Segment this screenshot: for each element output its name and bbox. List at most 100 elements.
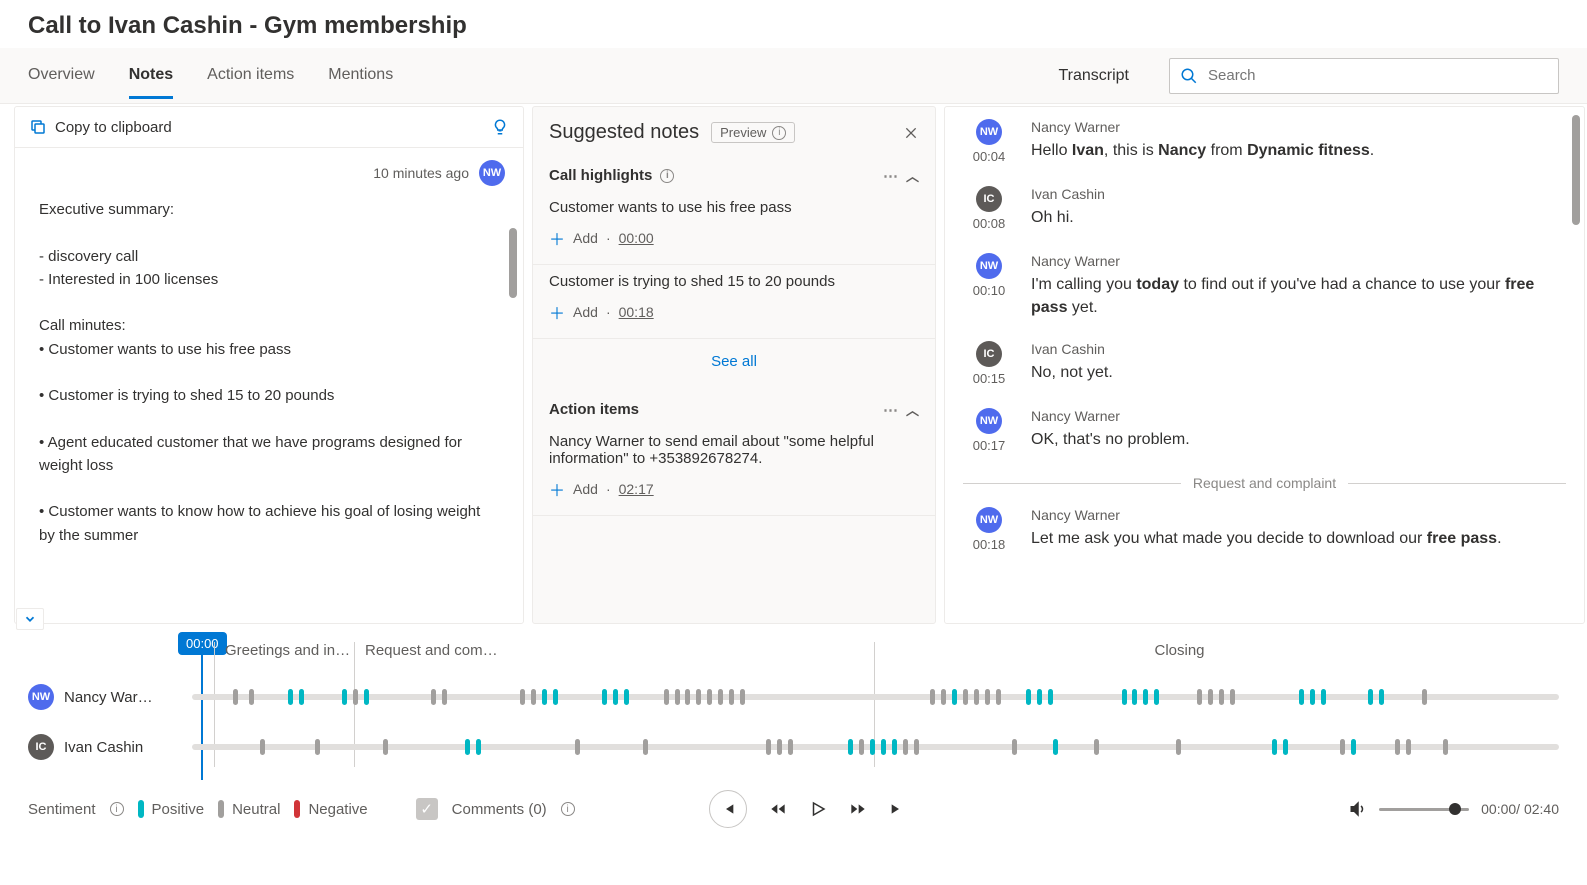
sentiment-tick[interactable] — [575, 739, 580, 755]
sentiment-tick[interactable] — [1176, 739, 1181, 755]
volume-slider[interactable] — [1379, 808, 1469, 811]
info-icon[interactable]: i — [110, 802, 124, 816]
timestamp-link[interactable]: 02:17 — [619, 481, 654, 497]
sentiment-tick[interactable] — [729, 689, 734, 705]
sentiment-tick[interactable] — [1012, 739, 1017, 755]
sentiment-tick[interactable] — [288, 689, 293, 705]
chevron-up-icon[interactable]: ︿ — [906, 400, 919, 419]
skip-end-icon[interactable] — [889, 801, 905, 817]
scrollbar-thumb[interactable] — [1572, 115, 1580, 225]
sentiment-tick[interactable] — [1443, 739, 1448, 755]
comments-label[interactable]: Comments (0) — [452, 801, 547, 818]
sentiment-tick[interactable] — [364, 689, 369, 705]
sentiment-tick[interactable] — [1122, 689, 1127, 705]
sentiment-tick[interactable] — [1422, 689, 1427, 705]
timeline-track[interactable] — [192, 694, 1559, 700]
sentiment-tick[interactable] — [299, 689, 304, 705]
info-icon[interactable]: i — [561, 802, 575, 816]
sentiment-tick[interactable] — [892, 739, 897, 755]
sentiment-tick[interactable] — [985, 689, 990, 705]
sentiment-tick[interactable] — [442, 689, 447, 705]
sentiment-tick[interactable] — [1406, 739, 1411, 755]
sentiment-tick[interactable] — [675, 689, 680, 705]
sentiment-tick[interactable] — [718, 689, 723, 705]
sentiment-tick[interactable] — [476, 739, 481, 755]
sentiment-tick[interactable] — [383, 739, 388, 755]
tab-overview[interactable]: Overview — [28, 52, 95, 99]
sentiment-tick[interactable] — [766, 739, 771, 755]
transcript-entry[interactable]: NW00:10Nancy WarnerI'm calling you today… — [963, 253, 1566, 319]
sentiment-tick[interactable] — [1154, 689, 1159, 705]
sentiment-tick[interactable] — [930, 689, 935, 705]
sentiment-tick[interactable] — [1395, 739, 1400, 755]
tab-notes[interactable]: Notes — [129, 52, 173, 99]
sentiment-tick[interactable] — [1094, 739, 1099, 755]
sentiment-tick[interactable] — [996, 689, 1001, 705]
sentiment-tick[interactable] — [685, 689, 690, 705]
chevron-down-icon[interactable] — [16, 608, 44, 630]
sentiment-tick[interactable] — [870, 739, 875, 755]
timestamp-link[interactable]: 00:00 — [619, 230, 654, 246]
sentiment-tick[interactable] — [465, 739, 470, 755]
sentiment-tick[interactable] — [233, 689, 238, 705]
sentiment-tick[interactable] — [431, 689, 436, 705]
sentiment-tick[interactable] — [1351, 739, 1356, 755]
timeline-track[interactable] — [192, 744, 1559, 750]
sentiment-tick[interactable] — [903, 739, 908, 755]
timestamp-link[interactable]: 00:18 — [619, 304, 654, 320]
info-icon[interactable]: i — [660, 169, 674, 183]
sentiment-tick[interactable] — [952, 689, 957, 705]
sentiment-tick[interactable] — [1219, 689, 1224, 705]
see-all-link[interactable]: See all — [533, 339, 935, 388]
sentiment-tick[interactable] — [260, 739, 265, 755]
tab-mentions[interactable]: Mentions — [328, 52, 393, 99]
sentiment-tick[interactable] — [777, 739, 782, 755]
sentiment-tick[interactable] — [848, 739, 853, 755]
sentiment-tick[interactable] — [1321, 689, 1326, 705]
volume-icon[interactable] — [1349, 800, 1367, 818]
sentiment-tick[interactable] — [859, 739, 864, 755]
sentiment-tick[interactable] — [1368, 689, 1373, 705]
sentiment-tick[interactable] — [1143, 689, 1148, 705]
sentiment-tick[interactable] — [520, 689, 525, 705]
sentiment-tick[interactable] — [315, 739, 320, 755]
sentiment-tick[interactable] — [1340, 739, 1345, 755]
sentiment-tick[interactable] — [664, 689, 669, 705]
forward-icon[interactable] — [849, 801, 867, 817]
sentiment-tick[interactable] — [707, 689, 712, 705]
sentiment-tick[interactable] — [542, 689, 547, 705]
sentiment-tick[interactable] — [1299, 689, 1304, 705]
sentiment-tick[interactable] — [974, 689, 979, 705]
sentiment-tick[interactable] — [353, 689, 358, 705]
sentiment-tick[interactable] — [1272, 739, 1277, 755]
sentiment-tick[interactable] — [1037, 689, 1042, 705]
sentiment-tick[interactable] — [1208, 689, 1213, 705]
plus-icon[interactable]: ＋ — [549, 226, 565, 250]
add-label[interactable]: Add — [573, 230, 598, 246]
sentiment-tick[interactable] — [696, 689, 701, 705]
sentiment-tick[interactable] — [1230, 689, 1235, 705]
sentiment-tick[interactable] — [740, 689, 745, 705]
checkbox-icon[interactable]: ✓ — [416, 798, 438, 820]
sentiment-tick[interactable] — [553, 689, 558, 705]
transcript-entry[interactable]: NW00:04Nancy WarnerHello Ivan, this is N… — [963, 119, 1566, 164]
sentiment-tick[interactable] — [1379, 689, 1384, 705]
preview-badge[interactable]: Preview i — [711, 122, 795, 143]
add-label[interactable]: Add — [573, 304, 598, 320]
sentiment-tick[interactable] — [788, 739, 793, 755]
tab-action-items[interactable]: Action items — [207, 52, 294, 99]
transcript-entry[interactable]: NW00:18Nancy WarnerLet me ask you what m… — [963, 507, 1566, 552]
transcript-entry[interactable]: NW00:17Nancy WarnerOK, that's no problem… — [963, 408, 1566, 453]
transcript-entry[interactable]: IC00:08Ivan CashinOh hi. — [963, 186, 1566, 231]
search-box[interactable] — [1169, 58, 1559, 94]
sentiment-tick[interactable] — [1197, 689, 1202, 705]
sentiment-tick[interactable] — [963, 689, 968, 705]
chevron-up-icon[interactable]: ︿ — [906, 166, 919, 185]
sentiment-tick[interactable] — [1026, 689, 1031, 705]
sentiment-tick[interactable] — [1132, 689, 1137, 705]
close-icon[interactable] — [903, 125, 919, 141]
sentiment-tick[interactable] — [602, 689, 607, 705]
more-icon[interactable]: ⋯ — [883, 167, 898, 185]
scrollbar-thumb[interactable] — [509, 228, 517, 298]
notes-body[interactable]: Executive summary: - discovery call- Int… — [15, 190, 523, 623]
